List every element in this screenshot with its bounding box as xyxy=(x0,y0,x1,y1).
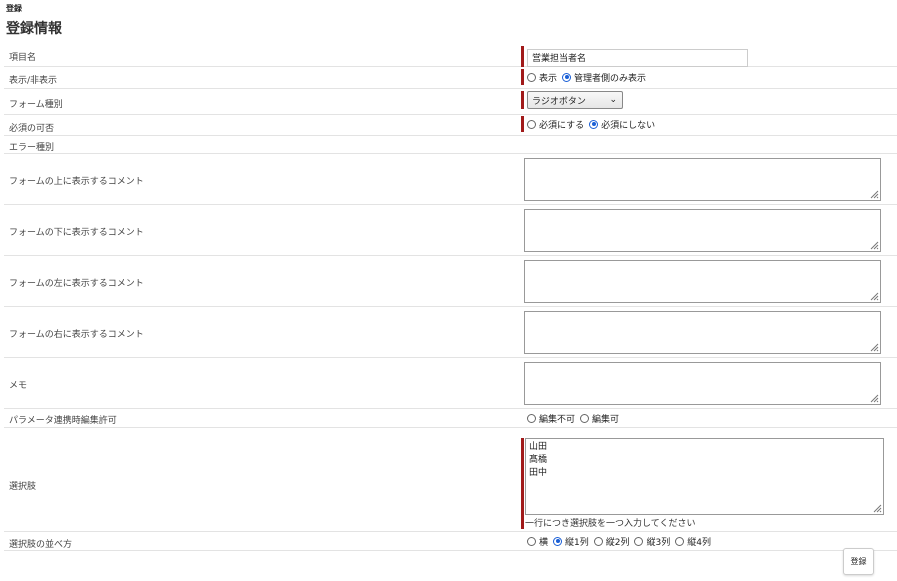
row-required: 必須の可否 必須にする 必須にしない xyxy=(4,115,897,136)
radio-selected-icon xyxy=(562,72,572,82)
comment-top-textarea[interactable] xyxy=(524,158,881,201)
chevron-down-icon: ⌄ xyxy=(609,95,617,105)
radio-icon xyxy=(593,536,603,546)
row-comment-right: フォームの右に表示するコメント xyxy=(4,307,897,358)
radio-icon xyxy=(527,119,536,129)
submit-button[interactable]: 登録 xyxy=(843,548,874,575)
param-edit-option-no[interactable]: 編集不可 xyxy=(527,412,575,425)
choices-textarea[interactable]: 山田 髙橋 田中 xyxy=(525,438,884,515)
resize-handle-icon[interactable] xyxy=(872,503,882,513)
display-option-show[interactable]: 表示 xyxy=(527,71,557,84)
row-comment-top: フォームの上に表示するコメント xyxy=(4,154,897,205)
comment-left-label: フォームの左に表示するコメント xyxy=(9,279,144,289)
choice-line: 髙橋 xyxy=(529,455,548,465)
choice-layout-radio-group: 横 縦1列 縦2列 縦3列 縦4列 xyxy=(527,533,716,549)
radio-icon xyxy=(527,72,536,82)
item-name-input[interactable] xyxy=(527,48,748,67)
breadcrumb: 登録 xyxy=(6,4,22,13)
required-option-no[interactable]: 必須にしない xyxy=(589,118,655,131)
resize-handle-icon[interactable] xyxy=(869,189,879,199)
row-param-edit: パラメータ連携時編集許可 編集不可 編集可 xyxy=(4,409,897,428)
row-form-type: フォーム種別 ラジオボタン ⌄ xyxy=(4,89,897,115)
page-title: 登録情報 xyxy=(6,21,62,37)
choices-hint: 一行につき選択肢を一つ入力してください xyxy=(525,519,696,529)
memo-label: メモ xyxy=(9,381,28,391)
error-type-label: エラー種別 xyxy=(9,143,55,153)
registration-form: 項目名 表示/非表示 表示 管理者側のみ表示 フォーム種別 ラジオボタン ⌄ 必… xyxy=(4,45,897,551)
row-item-name: 項目名 xyxy=(4,45,897,67)
comment-bottom-textarea[interactable] xyxy=(524,209,881,252)
comment-right-textarea[interactable] xyxy=(524,311,881,354)
resize-handle-icon[interactable] xyxy=(869,240,879,250)
layout-option-1col[interactable]: 縦1列 xyxy=(553,535,589,548)
required-radio-group: 必須にする 必須にしない xyxy=(521,116,660,132)
comment-bottom-label: フォームの下に表示するコメント xyxy=(9,228,144,238)
choice-layout-label: 選択肢の並べ方 xyxy=(9,540,73,550)
radio-icon xyxy=(527,536,536,546)
row-error-type: エラー種別 xyxy=(4,136,897,154)
resize-handle-icon[interactable] xyxy=(869,342,879,352)
display-label: 表示/非表示 xyxy=(9,76,58,86)
form-type-value: ラジオボタン xyxy=(532,97,586,107)
required-label: 必須の可否 xyxy=(9,124,55,134)
radio-selected-icon xyxy=(553,536,563,546)
row-memo: メモ xyxy=(4,358,897,409)
resize-handle-icon[interactable] xyxy=(869,393,879,403)
radio-selected-icon xyxy=(589,119,599,129)
comment-left-textarea[interactable] xyxy=(524,260,881,303)
choices-label: 選択肢 xyxy=(9,482,37,492)
layout-option-4col[interactable]: 縦4列 xyxy=(675,535,711,548)
row-display: 表示/非表示 表示 管理者側のみ表示 xyxy=(4,67,897,89)
comment-right-label: フォームの右に表示するコメント xyxy=(9,330,144,340)
param-edit-label: パラメータ連携時編集許可 xyxy=(9,416,117,426)
param-edit-radio-group: 編集不可 編集可 xyxy=(527,410,624,426)
display-radio-group: 表示 管理者側のみ表示 xyxy=(521,69,651,85)
layout-option-3col[interactable]: 縦3列 xyxy=(634,535,670,548)
layout-option-horizontal[interactable]: 横 xyxy=(527,535,548,548)
radio-icon xyxy=(675,536,685,546)
row-comment-left: フォームの左に表示するコメント xyxy=(4,256,897,307)
comment-top-label: フォームの上に表示するコメント xyxy=(9,177,144,187)
memo-textarea[interactable] xyxy=(524,362,881,405)
row-choice-layout: 選択肢の並べ方 横 縦1列 縦2列 縦3列 縦4列 xyxy=(4,532,897,551)
form-type-select[interactable]: ラジオボタン ⌄ xyxy=(527,91,623,109)
choice-line: 山田 xyxy=(529,442,548,452)
item-name-label: 項目名 xyxy=(9,53,37,63)
display-option-admin-only[interactable]: 管理者側のみ表示 xyxy=(562,71,646,84)
form-type-label: フォーム種別 xyxy=(9,100,63,110)
radio-icon xyxy=(527,413,536,423)
resize-handle-icon[interactable] xyxy=(869,291,879,301)
choice-line: 田中 xyxy=(529,468,548,478)
row-choices: 選択肢 山田 髙橋 田中 一行につき選択肢を一つ入力してください xyxy=(4,428,897,532)
required-option-yes[interactable]: 必須にする xyxy=(527,118,584,131)
layout-option-2col[interactable]: 縦2列 xyxy=(593,535,629,548)
radio-icon xyxy=(580,413,590,423)
param-edit-option-yes[interactable]: 編集可 xyxy=(580,412,619,425)
radio-icon xyxy=(634,536,644,546)
row-comment-bottom: フォームの下に表示するコメント xyxy=(4,205,897,256)
